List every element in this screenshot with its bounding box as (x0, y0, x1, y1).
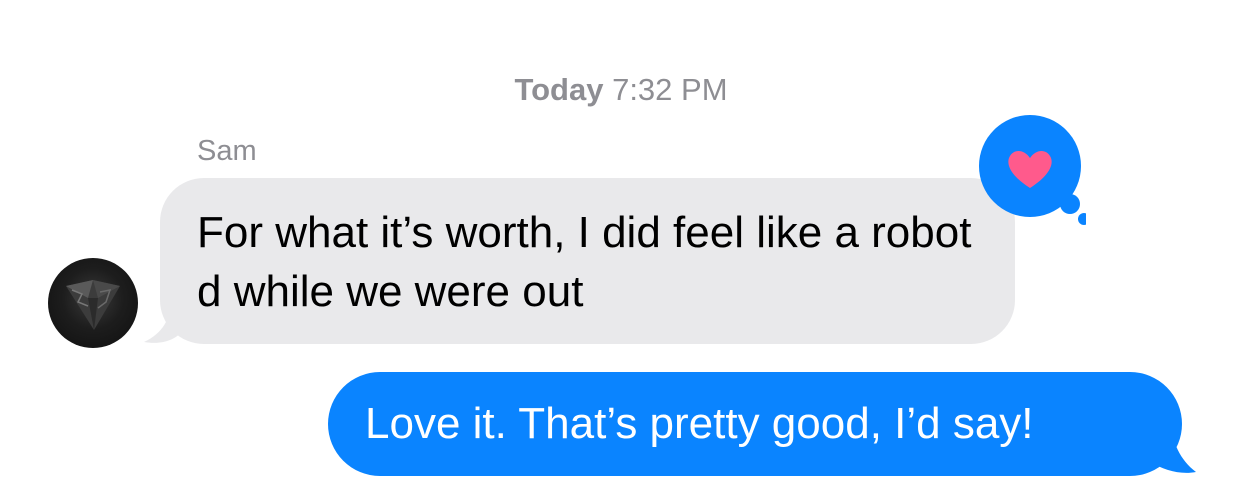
timestamp-time: 7:32 PM (612, 72, 728, 107)
avatar-image-icon (66, 280, 120, 330)
outgoing-message-bubble[interactable]: Love it. That’s pretty good, I’d say! (328, 372, 1182, 476)
incoming-message-bubble[interactable]: For what it’s worth, I did feel like a r… (160, 178, 1015, 344)
outgoing-bubble-tail (1150, 420, 1196, 473)
reaction-badge[interactable] (974, 112, 1086, 228)
avatar[interactable] (48, 258, 138, 348)
conversation-timestamp: Today 7:32 PM (0, 72, 1242, 108)
sender-name: Sam (197, 135, 257, 167)
timestamp-day: Today (514, 72, 604, 107)
